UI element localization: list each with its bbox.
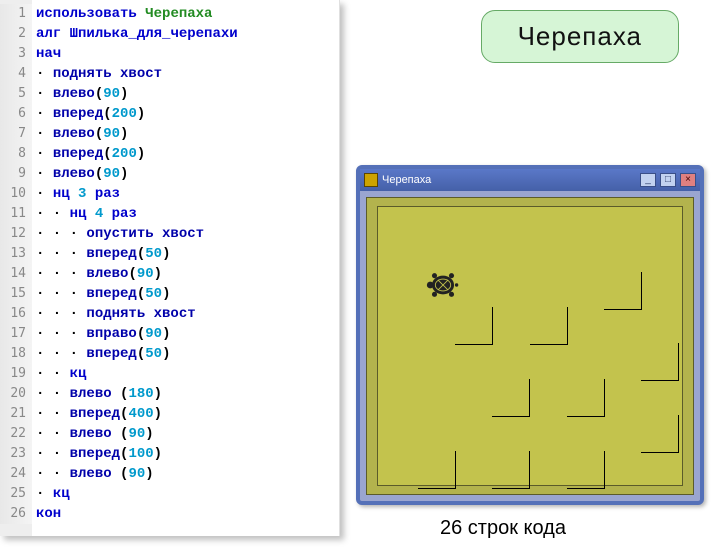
- line-number: 11: [0, 204, 32, 224]
- code-body[interactable]: использовать Черепахаалг Шпилька_для_чер…: [32, 0, 339, 536]
- code-line[interactable]: · · · поднять хвост: [32, 304, 339, 324]
- drawn-line: [641, 415, 679, 453]
- line-number: 15: [0, 284, 32, 304]
- line-number: 12: [0, 224, 32, 244]
- code-line[interactable]: · · · влево(90): [32, 264, 339, 284]
- footer-caption: 26 строк кода: [440, 517, 566, 540]
- code-line[interactable]: алг Шпилька_для_черепахи: [32, 24, 339, 44]
- line-number: 24: [0, 464, 32, 484]
- code-line[interactable]: · влево(90): [32, 84, 339, 104]
- code-line[interactable]: · поднять хвост: [32, 64, 339, 84]
- minimize-button[interactable]: _: [640, 173, 656, 187]
- line-number: 17: [0, 324, 32, 344]
- line-number: 1: [0, 4, 32, 24]
- drawn-line: [641, 343, 679, 381]
- drawn-line: [492, 451, 530, 489]
- code-editor[interactable]: 1234567891011121314151617181920212223242…: [0, 0, 340, 536]
- line-number: 16: [0, 304, 32, 324]
- line-number: 10: [0, 184, 32, 204]
- code-line[interactable]: · кц: [32, 484, 339, 504]
- code-line[interactable]: · · влево (90): [32, 424, 339, 444]
- code-line[interactable]: · влево(90): [32, 124, 339, 144]
- window-title: Черепаха: [382, 174, 636, 186]
- line-number: 7: [0, 124, 32, 144]
- line-number: 18: [0, 344, 32, 364]
- canvas-outer: [366, 197, 694, 495]
- code-line[interactable]: · · влево (180): [32, 384, 339, 404]
- turtle-canvas: [377, 206, 683, 486]
- code-line[interactable]: · · · вперед(50): [32, 344, 339, 364]
- code-line[interactable]: · · вперед(400): [32, 404, 339, 424]
- turtle-output-window[interactable]: Черепаха _ □ ×: [356, 165, 704, 505]
- code-line[interactable]: кон: [32, 504, 339, 524]
- code-line[interactable]: · · влево (90): [32, 464, 339, 484]
- close-button[interactable]: ×: [680, 173, 696, 187]
- line-number: 13: [0, 244, 32, 264]
- line-number: 6: [0, 104, 32, 124]
- line-number: 2: [0, 24, 32, 44]
- title-badge: Черепаха: [481, 10, 679, 63]
- line-number: 5: [0, 84, 32, 104]
- drawn-line: [530, 307, 568, 345]
- line-number: 19: [0, 364, 32, 384]
- line-number: 22: [0, 424, 32, 444]
- line-number: 21: [0, 404, 32, 424]
- drawn-line: [418, 451, 456, 489]
- code-line[interactable]: · · · опустить хвост: [32, 224, 339, 244]
- window-titlebar[interactable]: Черепаха _ □ ×: [360, 169, 700, 191]
- drawn-line: [604, 272, 642, 310]
- code-line[interactable]: · · кц: [32, 364, 339, 384]
- code-line[interactable]: · · · вперед(50): [32, 284, 339, 304]
- line-number: 4: [0, 64, 32, 84]
- line-number: 20: [0, 384, 32, 404]
- line-number: 23: [0, 444, 32, 464]
- code-line[interactable]: · нц 3 раз: [32, 184, 339, 204]
- drawn-line: [567, 451, 605, 489]
- code-line[interactable]: · вперед(200): [32, 104, 339, 124]
- line-number: 25: [0, 484, 32, 504]
- drawn-line: [567, 379, 605, 417]
- maximize-button[interactable]: □: [660, 173, 676, 187]
- code-line[interactable]: нач: [32, 44, 339, 64]
- code-line[interactable]: · влево(90): [32, 164, 339, 184]
- code-line[interactable]: · · · вперед(50): [32, 244, 339, 264]
- code-line[interactable]: использовать Черепаха: [32, 4, 339, 24]
- code-line[interactable]: · · · вправо(90): [32, 324, 339, 344]
- turtle-icon: [364, 173, 378, 187]
- turtle-icon: [426, 271, 460, 299]
- drawn-line: [492, 379, 530, 417]
- line-number-gutter: 1234567891011121314151617181920212223242…: [0, 0, 32, 536]
- line-number: 3: [0, 44, 32, 64]
- drawn-line: [455, 307, 493, 345]
- line-number: 9: [0, 164, 32, 184]
- line-number: 14: [0, 264, 32, 284]
- code-line[interactable]: · · вперед(100): [32, 444, 339, 464]
- line-number: 8: [0, 144, 32, 164]
- line-number: 26: [0, 504, 32, 524]
- code-line[interactable]: · · нц 4 раз: [32, 204, 339, 224]
- code-line[interactable]: · вперед(200): [32, 144, 339, 164]
